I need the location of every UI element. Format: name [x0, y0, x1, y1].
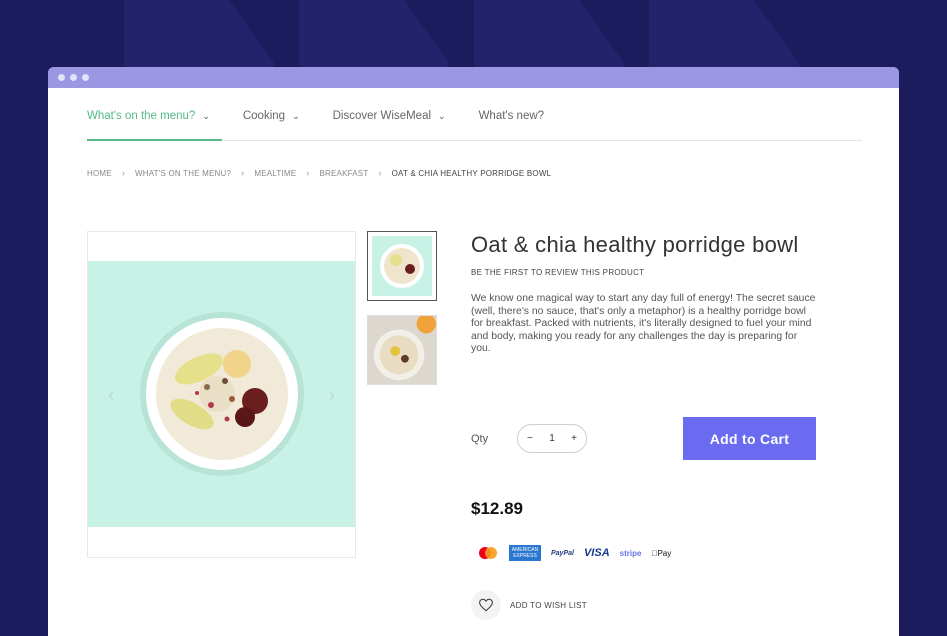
breadcrumb: HOME › WHAT'S ON THE MENU? › MEALTIME › …	[87, 168, 862, 178]
breadcrumb-mealtime[interactable]: MEALTIME	[254, 169, 296, 178]
chevron-down-icon: ⌄	[202, 110, 210, 121]
product-thumbnail[interactable]	[367, 231, 437, 301]
qty-value[interactable]: 1	[549, 433, 555, 444]
nav-item-whats-new[interactable]: What's new?	[479, 88, 544, 140]
browser-window: What's on the menu? ⌄ Cooking ⌄ Discover…	[48, 67, 899, 636]
apple-pay-icon: Pay	[651, 549, 671, 558]
product-image-gallery: ‹ ›	[87, 231, 356, 558]
amex-icon: AMERICAN EXPRESS	[509, 545, 541, 561]
nav-item-label: What's new?	[478, 110, 545, 122]
wishlist-label: ADD TO WISH LIST	[510, 600, 587, 610]
breadcrumb-breakfast[interactable]: BREAKFAST	[319, 169, 368, 178]
chevron-down-icon: ⌄	[438, 110, 446, 121]
nav-item-cooking[interactable]: Cooking ⌄	[243, 88, 300, 140]
wishlist-button[interactable]: ADD TO WISH LIST	[471, 590, 587, 620]
chevron-right-icon[interactable]: ›	[328, 384, 335, 407]
review-link[interactable]: BE THE FIRST TO REVIEW THIS PRODUCT	[471, 268, 821, 277]
window-dot-icon	[70, 74, 77, 81]
breadcrumb-menu[interactable]: WHAT'S ON THE MENU?	[135, 169, 231, 178]
heart-icon-svg	[479, 598, 493, 612]
minus-icon[interactable]: −	[527, 433, 533, 444]
chevron-right-icon: ›	[306, 168, 310, 178]
thumbnail-image	[368, 316, 436, 384]
paypal-icon: PayPal	[551, 549, 574, 557]
product-price: $12.89	[471, 499, 523, 518]
product-thumbnail[interactable]	[367, 315, 437, 385]
product-description: We know one magical way to start any day…	[471, 293, 816, 355]
nav-item-label: What's on the menu?	[87, 110, 196, 122]
quantity-stepper[interactable]: − 1 +	[517, 424, 587, 453]
product-info: Oat & chia healthy porridge bowl BE THE …	[471, 230, 821, 356]
chevron-right-icon: ›	[121, 168, 126, 178]
chevron-right-icon: ›	[241, 168, 245, 178]
product-title: Oat & chia healthy porridge bowl	[471, 232, 799, 257]
visa-icon: VISA	[583, 547, 610, 559]
nav-item-discover[interactable]: Discover WiseMeal ⌄	[333, 88, 446, 140]
stripe-icon: stripe	[619, 548, 642, 558]
chevron-right-icon: ›	[378, 168, 382, 178]
qty-label: Qty	[471, 433, 489, 445]
nav-item-label: Discover WiseMeal	[332, 110, 432, 122]
breadcrumb-current: OAT & CHIA HEALTHY PORRIDGE BOWL	[391, 168, 552, 178]
porridge-bowl-image	[139, 312, 304, 476]
heart-icon[interactable]	[471, 590, 501, 620]
window-dot-icon	[82, 74, 89, 81]
thumbnail-image	[372, 236, 432, 296]
product-image	[88, 261, 355, 527]
apple-pay-label: Pay	[651, 548, 671, 558]
chevron-left-icon[interactable]: ‹	[108, 384, 115, 407]
nav-item-label: Cooking	[242, 110, 286, 122]
window-dot-icon	[58, 74, 65, 81]
plus-icon[interactable]: +	[571, 433, 577, 444]
payment-methods: AMERICAN EXPRESS PayPal VISA stripe Pay	[477, 545, 671, 561]
add-to-cart-button[interactable]: Add to Cart	[683, 417, 816, 460]
nav-item-menu[interactable]: What's on the menu? ⌄	[87, 88, 222, 141]
mastercard-icon	[479, 547, 497, 559]
window-titlebar	[48, 67, 899, 88]
main-nav: What's on the menu? ⌄ Cooking ⌄ Discover…	[87, 88, 862, 141]
breadcrumb-home[interactable]: HOME	[87, 169, 112, 178]
chevron-down-icon: ⌄	[292, 110, 300, 121]
